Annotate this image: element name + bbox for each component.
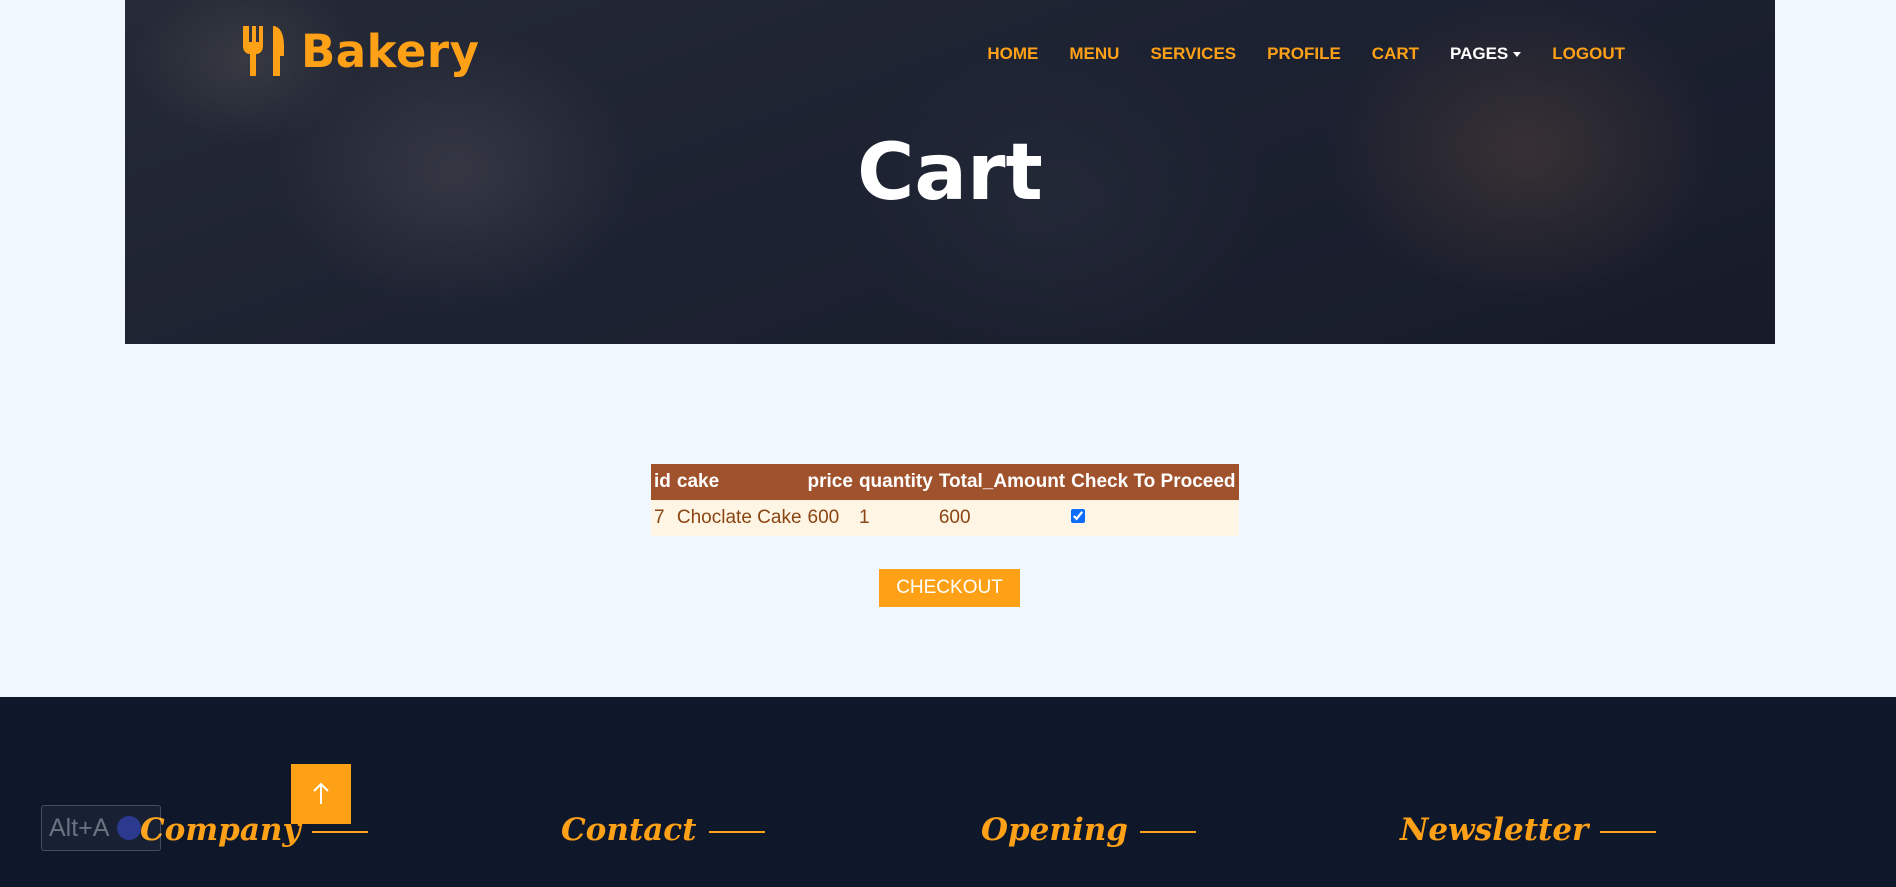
nav-logout[interactable]: LOGOUT (1552, 44, 1625, 64)
back-to-top-button[interactable] (291, 764, 351, 824)
cell-price: 600 (804, 500, 856, 536)
heading-underline (708, 831, 765, 833)
nav-home[interactable]: HOME (987, 44, 1038, 64)
col-header-price: price (804, 464, 856, 500)
heading-underline (312, 831, 369, 833)
checkout-button[interactable]: CHECKOUT (879, 569, 1020, 607)
proceed-checkbox[interactable] (1071, 509, 1086, 523)
nav-services[interactable]: SERVICES (1150, 44, 1236, 64)
utensils-icon (243, 26, 284, 76)
cell-id: 7 (651, 500, 674, 536)
col-header-check: Check To Proceed (1068, 464, 1239, 500)
table-row: 7 Choclate Cake 600 1 600 (651, 500, 1239, 536)
footer-heading-text: Newsletter (1400, 812, 1589, 848)
hero-banner: Bakery HOME MENU SERVICES PROFILE CART P… (125, 0, 1775, 344)
footer: Company Contact Opening Newsletter (0, 697, 1896, 887)
col-header-id: id (651, 464, 674, 500)
col-header-cake: cake (673, 464, 805, 500)
assistant-dot-icon (117, 816, 142, 840)
page-title: Cart (857, 128, 1043, 218)
heading-underline (1139, 831, 1196, 833)
brand-name: Bakery (301, 24, 480, 78)
col-header-quantity: quantity (855, 464, 936, 500)
arrow-up-icon (313, 782, 329, 804)
shortcut-badge[interactable]: Alt+A (41, 805, 161, 851)
cart-table: id cake price quantity Total_Amount Chec… (651, 464, 1239, 536)
cell-check (1068, 500, 1239, 536)
shortcut-label: Alt+A (49, 813, 110, 842)
nav-menu[interactable]: MENU (1069, 44, 1119, 64)
brand-logo[interactable]: Bakery (243, 24, 479, 78)
footer-heading-contact: Contact (561, 812, 765, 848)
cell-total: 600 (935, 500, 1069, 536)
nav-pages-dropdown[interactable]: PAGES (1450, 44, 1522, 64)
footer-heading-text: Company (140, 812, 301, 848)
nav-pages-label: PAGES (1450, 44, 1509, 63)
heading-underline (1600, 831, 1657, 833)
cell-cake: Choclate Cake (673, 500, 805, 536)
nav-profile[interactable]: PROFILE (1267, 44, 1341, 64)
cell-quantity: 1 (855, 500, 936, 536)
footer-heading-newsletter: Newsletter (1400, 812, 1657, 848)
table-header-row: id cake price quantity Total_Amount Chec… (651, 464, 1239, 500)
caret-down-icon (1513, 51, 1522, 57)
footer-heading-text: Contact (561, 812, 697, 848)
main-nav: HOME MENU SERVICES PROFILE CART PAGES LO… (956, 44, 1625, 64)
nav-cart[interactable]: CART (1372, 44, 1419, 64)
footer-heading-opening: Opening (981, 812, 1196, 848)
col-header-total: Total_Amount (935, 464, 1069, 500)
footer-heading-text: Opening (981, 812, 1128, 848)
